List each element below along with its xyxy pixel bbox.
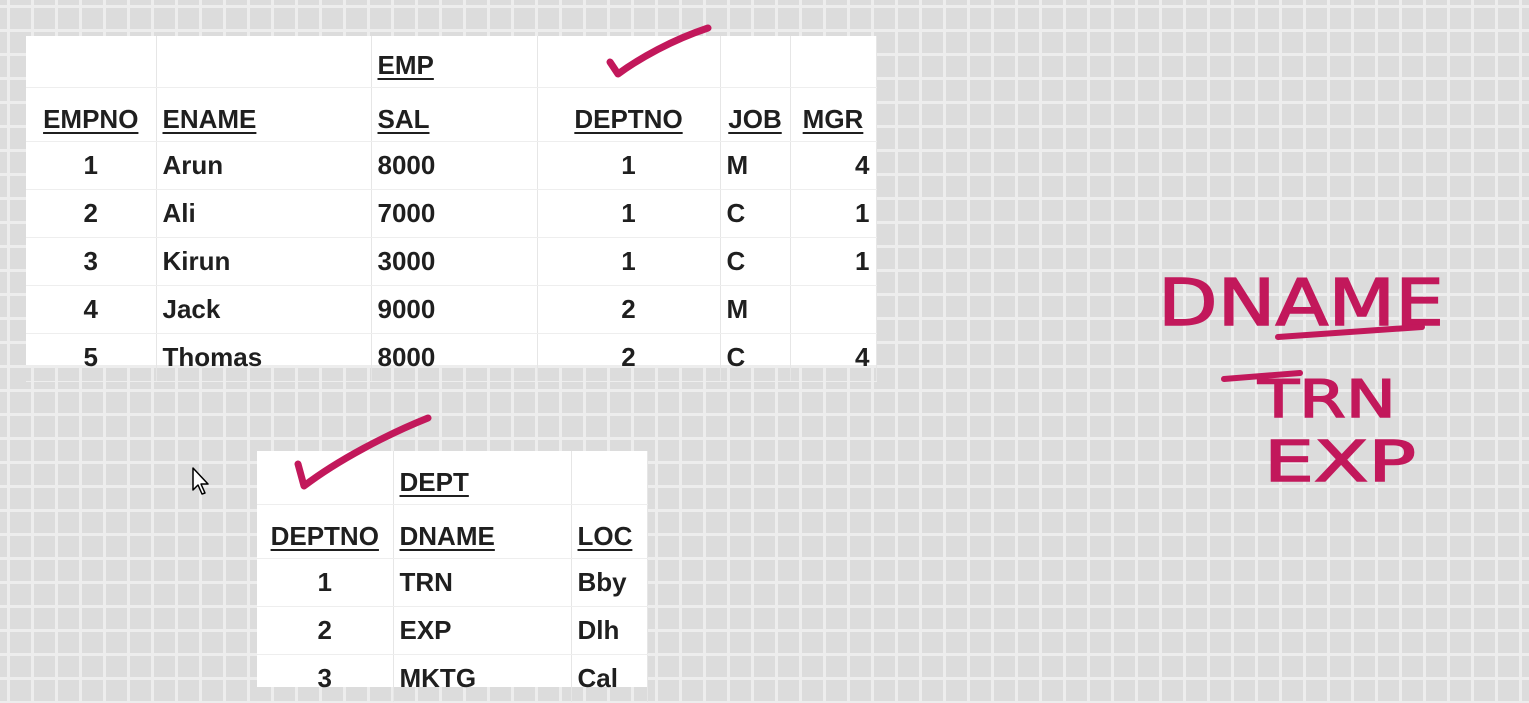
column-header-job: JOB <box>720 87 791 142</box>
deptno-cell: 1 <box>537 141 721 190</box>
empno-cell: 2 <box>26 189 157 238</box>
table-row: 3 MKTG Cal <box>257 654 648 703</box>
ename-cell: Kirun <box>156 237 372 286</box>
table-row: 1 TRN Bby <box>257 558 648 607</box>
column-header-ename: ENAME <box>156 87 372 142</box>
column-header-deptno: DEPTNO <box>257 504 394 559</box>
job-cell: M <box>720 141 791 190</box>
sal-cell: 8000 <box>371 333 538 382</box>
empno-cell: 5 <box>26 333 157 382</box>
handwritten-trn: TRN <box>1257 370 1396 430</box>
emp-title-row: EMP <box>26 36 877 88</box>
ename-cell: Ali <box>156 189 372 238</box>
column-header-mgr: MGR <box>790 87 877 142</box>
table-row: 2 Ali 7000 1 C 1 <box>26 189 877 238</box>
loc-cell: Bby <box>571 558 648 607</box>
sal-cell: 9000 <box>371 285 538 334</box>
column-header-loc: LOC <box>571 504 648 559</box>
loc-cell: Cal <box>571 654 648 703</box>
handwritten-note: DNAME TRN EXP <box>1157 266 1445 496</box>
checkmark-icon <box>294 414 432 490</box>
job-cell: C <box>720 333 791 382</box>
empno-cell: 3 <box>26 237 157 286</box>
loc-cell: Dlh <box>571 606 648 655</box>
table-row: 3 Kirun 3000 1 C 1 <box>26 237 877 286</box>
empno-cell: 4 <box>26 285 157 334</box>
mgr-cell: 1 <box>790 189 877 238</box>
column-header-sal: SAL <box>371 87 538 142</box>
dname-cell: MKTG <box>393 654 572 703</box>
sal-cell: 8000 <box>371 141 538 190</box>
table-row: 1 Arun 8000 1 M 4 <box>26 141 877 190</box>
deptno-cell: 2 <box>257 606 394 655</box>
mgr-cell: 4 <box>790 141 877 190</box>
checkmark-icon <box>606 24 712 78</box>
mgr-cell <box>790 285 877 334</box>
emp-table-title: EMP <box>371 36 538 88</box>
sal-cell: 3000 <box>371 237 538 286</box>
emp-header-row: EMPNO ENAME SAL DEPTNO JOB MGR <box>26 87 877 142</box>
dname-cell: TRN <box>393 558 572 607</box>
job-cell: C <box>720 237 791 286</box>
emp-table: EMP EMPNO ENAME SAL DEPTNO JOB MGR 1 Aru… <box>26 36 877 382</box>
ename-cell: Arun <box>156 141 372 190</box>
deptno-cell: 1 <box>537 237 721 286</box>
table-row: 4 Jack 9000 2 M <box>26 285 877 334</box>
deptno-cell: 2 <box>537 285 721 334</box>
ename-cell: Thomas <box>156 333 372 382</box>
table-row: 5 Thomas 8000 2 C 4 <box>26 333 877 382</box>
sal-cell: 7000 <box>371 189 538 238</box>
job-cell: C <box>720 189 791 238</box>
mgr-cell: 1 <box>790 237 877 286</box>
deptno-cell: 2 <box>537 333 721 382</box>
table-row: 2 EXP Dlh <box>257 606 648 655</box>
mgr-cell: 4 <box>790 333 877 382</box>
dname-cell: EXP <box>393 606 572 655</box>
job-cell: M <box>720 285 791 334</box>
deptno-cell: 3 <box>257 654 394 703</box>
handwritten-exp: EXP <box>1264 430 1416 495</box>
deptno-cell: 1 <box>537 189 721 238</box>
column-header-deptno: DEPTNO <box>537 87 721 142</box>
column-header-dname: DNAME <box>393 504 572 559</box>
column-header-empno: EMPNO <box>26 87 157 142</box>
mouse-cursor-icon <box>192 467 209 495</box>
deptno-cell: 1 <box>257 558 394 607</box>
empno-cell: 1 <box>26 141 157 190</box>
ename-cell: Jack <box>156 285 372 334</box>
dept-header-row: DEPTNO DNAME LOC <box>257 504 648 559</box>
